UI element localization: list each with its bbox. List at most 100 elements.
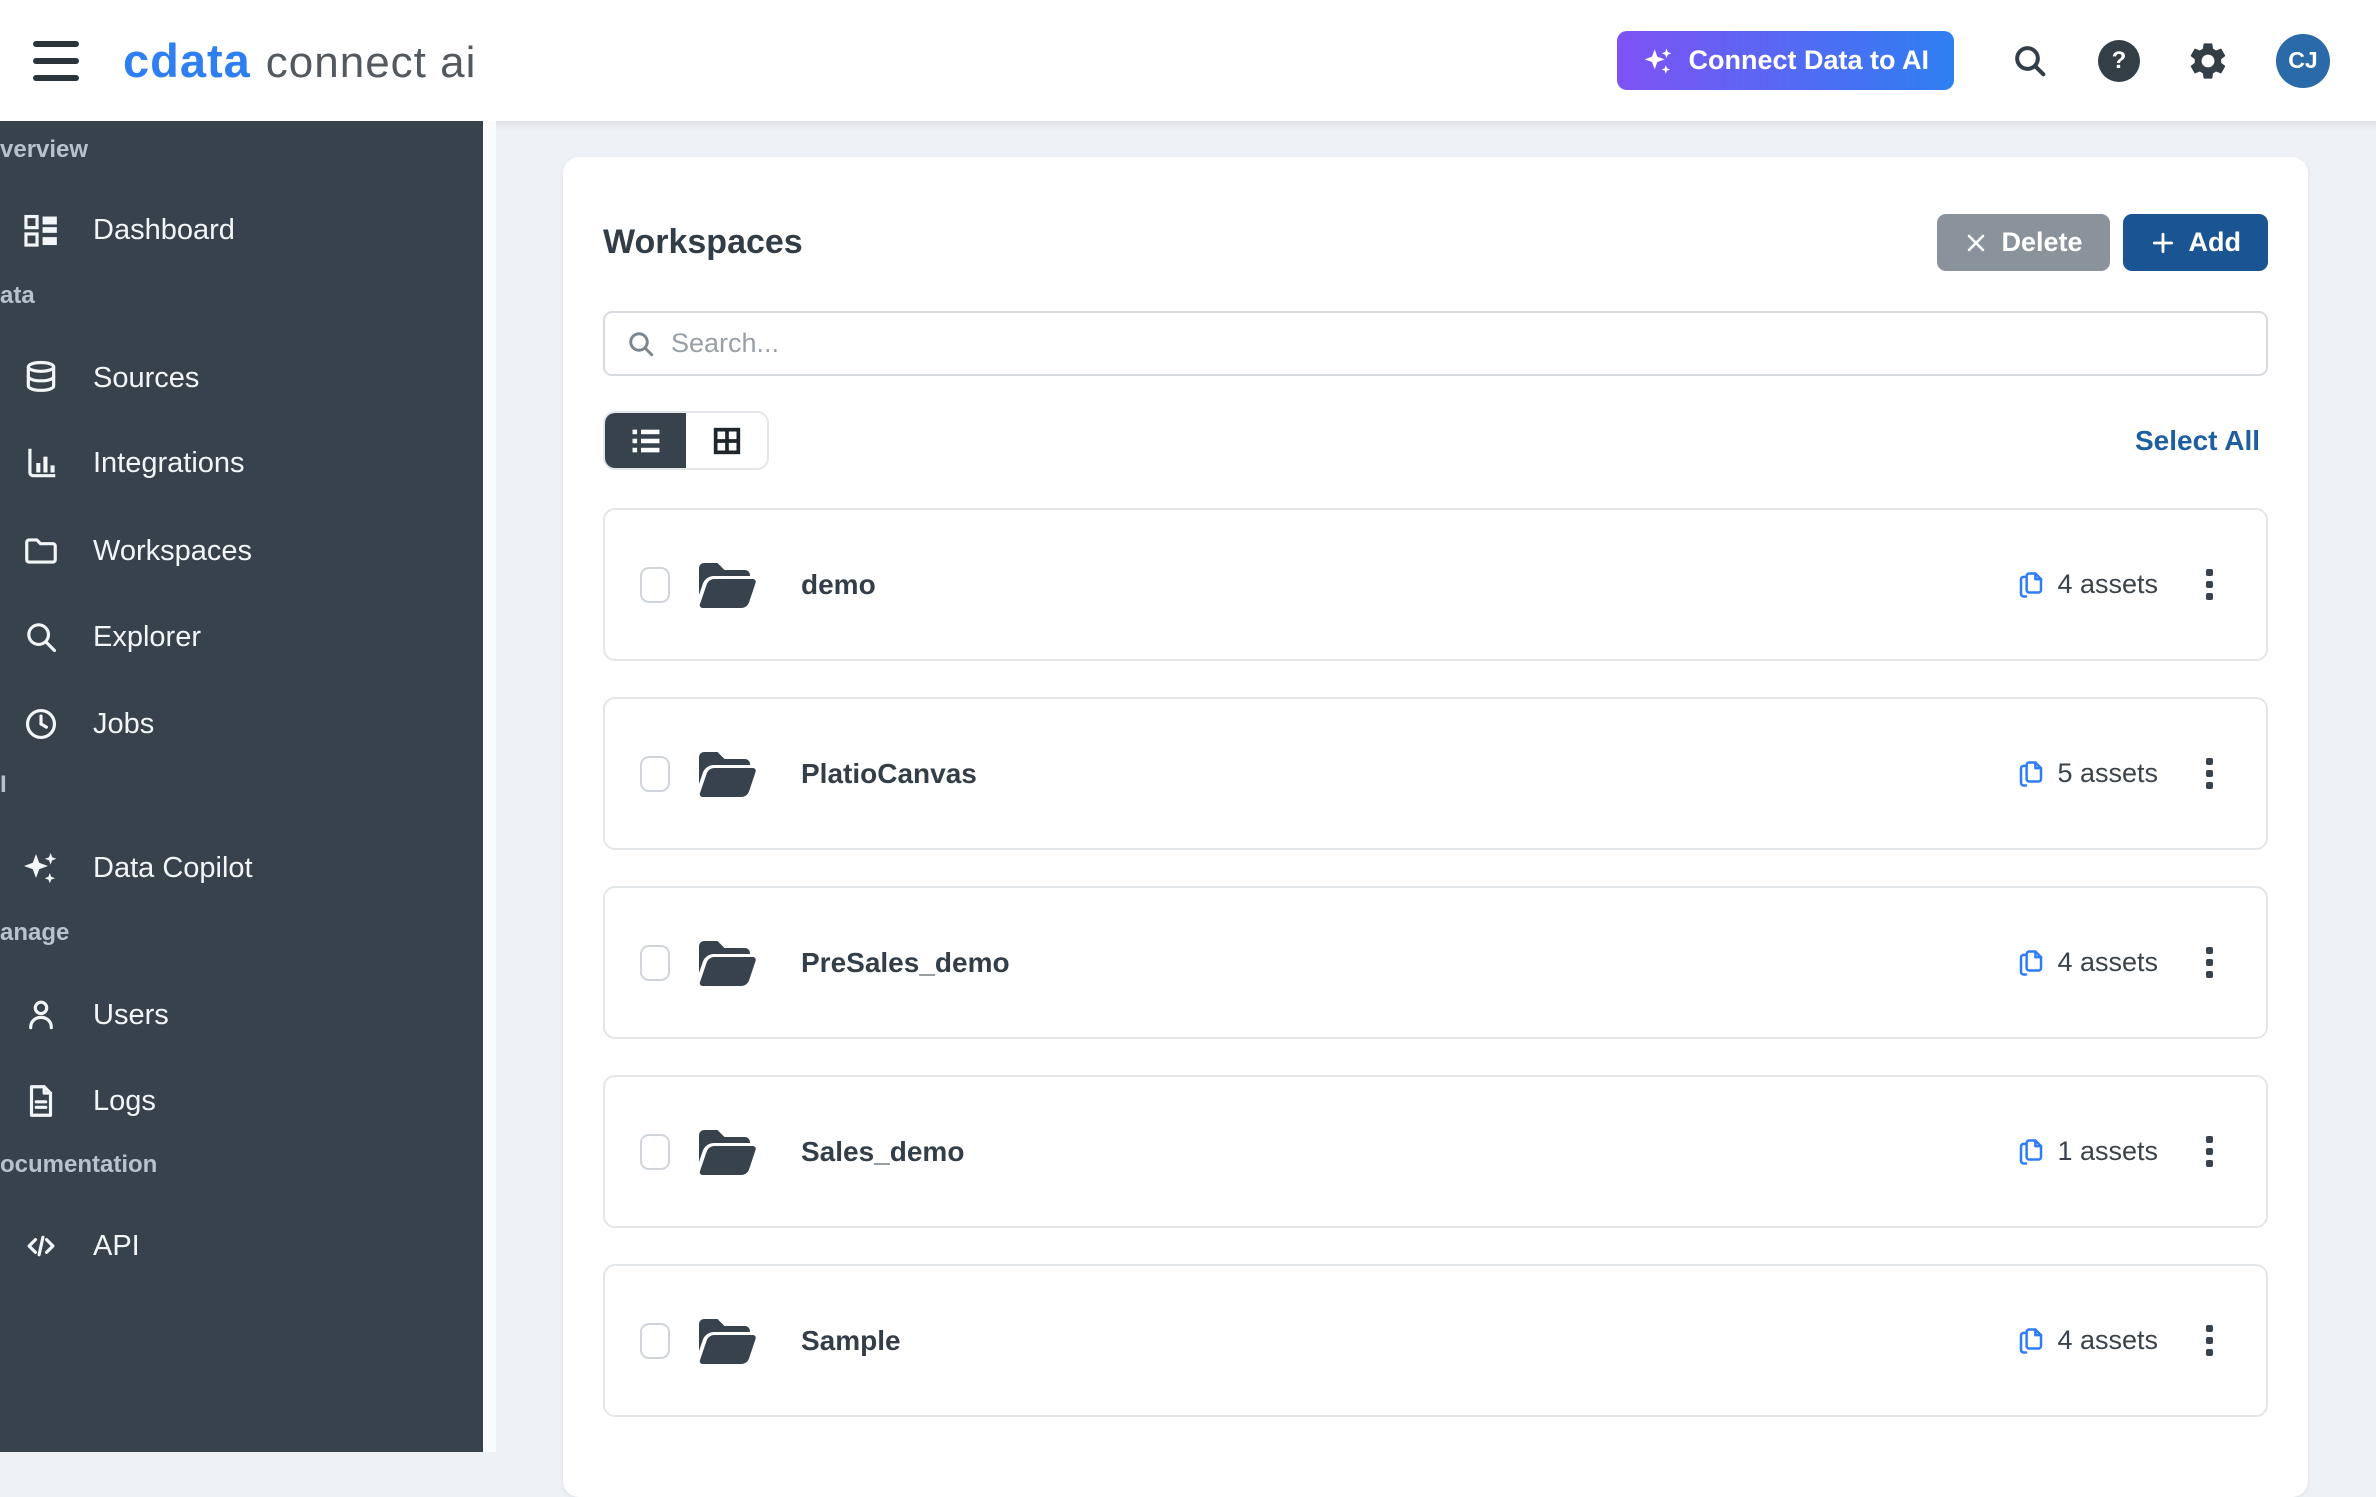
open-folder-icon xyxy=(693,557,759,613)
sidebar-item-jobs[interactable]: Jobs xyxy=(0,694,483,754)
sidebar-section-data: ata xyxy=(0,282,35,309)
sidebar-item-dashboard[interactable]: Dashboard xyxy=(0,200,483,260)
sidebar-item-label: Data Copilot xyxy=(93,851,253,884)
help-icon[interactable]: ? xyxy=(2098,39,2140,82)
sidebar-section-overview: verview xyxy=(0,136,89,163)
view-toggle xyxy=(603,411,769,470)
code-icon xyxy=(22,1227,60,1265)
sidebar-item-data-copilot[interactable]: Data Copilot xyxy=(0,838,483,898)
select-all-link[interactable]: Select All xyxy=(2135,425,2260,457)
add-button[interactable]: Add xyxy=(2122,214,2268,271)
workspace-row[interactable]: Sales_demo 1 assets xyxy=(603,1075,2268,1228)
sidebar-item-label: Sources xyxy=(93,361,200,394)
sidebar-item-integrations[interactable]: Integrations xyxy=(0,433,483,493)
connect-data-to-ai-button[interactable]: Connect Data to AI xyxy=(1617,31,1954,90)
workspace-row[interactable]: PlatioCanvas 5 assets xyxy=(603,697,2268,850)
delete-button[interactable]: Delete xyxy=(1937,214,2110,271)
row-checkbox[interactable] xyxy=(640,1322,670,1359)
pages-icon xyxy=(2020,1138,2043,1165)
logo-connect-ai: connect ai xyxy=(265,38,477,87)
app-header: cdata connect ai Connect Data to AI ? CJ xyxy=(0,0,2376,121)
row-menu-icon[interactable] xyxy=(2200,1130,2219,1173)
open-folder-icon xyxy=(693,935,759,991)
open-folder-icon xyxy=(693,1313,759,1369)
bar-chart-icon xyxy=(22,444,60,482)
clock-icon xyxy=(22,705,60,743)
page-title: Workspaces xyxy=(603,223,803,261)
row-menu-icon[interactable] xyxy=(2200,1319,2219,1362)
search-icon xyxy=(625,328,657,360)
grid-view-button[interactable] xyxy=(686,413,767,468)
sparkle-icon xyxy=(1642,46,1674,76)
delete-button-label: Delete xyxy=(2001,227,2083,257)
workspace-name: Sample xyxy=(801,1324,901,1356)
pages-icon xyxy=(2020,1327,2043,1354)
pages-icon xyxy=(2020,571,2043,598)
person-icon xyxy=(22,996,60,1034)
row-checkbox[interactable] xyxy=(640,566,670,603)
plus-icon xyxy=(2150,230,2176,256)
sidebar-section-ai: I xyxy=(0,771,7,798)
sidebar-item-label: Workspaces xyxy=(93,534,253,567)
header-search-icon[interactable] xyxy=(2010,41,2050,81)
sidebar-section-manage: anage xyxy=(0,919,70,946)
row-menu-icon[interactable] xyxy=(2200,941,2219,984)
sidebar-item-logs[interactable]: Logs xyxy=(0,1071,483,1131)
workspace-name: PlatioCanvas xyxy=(801,757,977,789)
main-area: Workspaces Delete Add Search... Select A… xyxy=(496,121,2376,1497)
pages-icon xyxy=(2020,760,2043,787)
magnifier-icon xyxy=(22,618,60,656)
sidebar-item-explorer[interactable]: Explorer xyxy=(0,607,483,667)
assets-count[interactable]: 4 assets xyxy=(2016,569,2158,601)
sidebar-item-label: Explorer xyxy=(93,620,201,653)
sidebar-item-api[interactable]: API xyxy=(0,1216,483,1276)
x-icon xyxy=(1964,231,1988,255)
workspace-name: PreSales_demo xyxy=(801,946,1010,978)
add-button-label: Add xyxy=(2188,227,2241,257)
user-avatar[interactable]: CJ xyxy=(2276,33,2330,88)
sidebar-item-sources[interactable]: Sources xyxy=(0,348,483,408)
sidebar-section-documentation: ocumentation xyxy=(0,1151,158,1178)
sidebar-item-label: Users xyxy=(93,998,169,1031)
open-folder-icon xyxy=(693,746,759,802)
assets-count[interactable]: 4 assets xyxy=(2016,1325,2158,1357)
row-checkbox[interactable] xyxy=(640,944,670,981)
open-folder-icon xyxy=(693,1124,759,1180)
workspace-row[interactable]: demo 4 assets xyxy=(603,508,2268,661)
sidebar-item-users[interactable]: Users xyxy=(0,985,483,1045)
row-checkbox[interactable] xyxy=(640,755,670,792)
sparkles-icon xyxy=(22,849,60,887)
workspace-name: demo xyxy=(801,568,876,600)
menu-icon[interactable] xyxy=(33,40,79,81)
sidebar-item-workspaces[interactable]: Workspaces xyxy=(0,521,483,581)
workspace-row[interactable]: Sample 4 assets xyxy=(603,1264,2268,1417)
row-menu-icon[interactable] xyxy=(2200,563,2219,606)
workspace-row[interactable]: PreSales_demo 4 assets xyxy=(603,886,2268,1039)
list-view-icon xyxy=(629,424,663,458)
app-logo: cdata connect ai xyxy=(123,33,476,88)
sidebar-scrollbar-track[interactable] xyxy=(483,121,496,1452)
folder-icon xyxy=(22,532,60,570)
row-checkbox[interactable] xyxy=(640,1133,670,1170)
database-icon xyxy=(22,359,60,397)
sidebar-item-label: Logs xyxy=(93,1084,156,1117)
settings-gear-icon[interactable] xyxy=(2186,39,2230,83)
assets-count-label: 4 assets xyxy=(2057,569,2158,599)
assets-count[interactable]: 5 assets xyxy=(2016,758,2158,790)
grid-view-icon xyxy=(710,424,744,458)
assets-count-label: 1 assets xyxy=(2057,1136,2158,1166)
logo-cdata: cdata xyxy=(123,34,251,87)
list-view-button[interactable] xyxy=(605,413,686,468)
row-menu-icon[interactable] xyxy=(2200,752,2219,795)
sidebar-item-label: Dashboard xyxy=(93,213,235,246)
assets-count-label: 4 assets xyxy=(2057,947,2158,977)
avatar-initials: CJ xyxy=(2288,47,2318,73)
workspace-name: Sales_demo xyxy=(801,1135,965,1167)
assets-count[interactable]: 4 assets xyxy=(2016,947,2158,979)
dashboard-icon xyxy=(22,211,60,249)
sidebar-item-label: Integrations xyxy=(93,446,245,479)
assets-count-label: 5 assets xyxy=(2057,758,2158,788)
sidebar-item-label: API xyxy=(93,1229,140,1262)
search-input[interactable] xyxy=(671,328,2246,359)
assets-count[interactable]: 1 assets xyxy=(2016,1136,2158,1168)
